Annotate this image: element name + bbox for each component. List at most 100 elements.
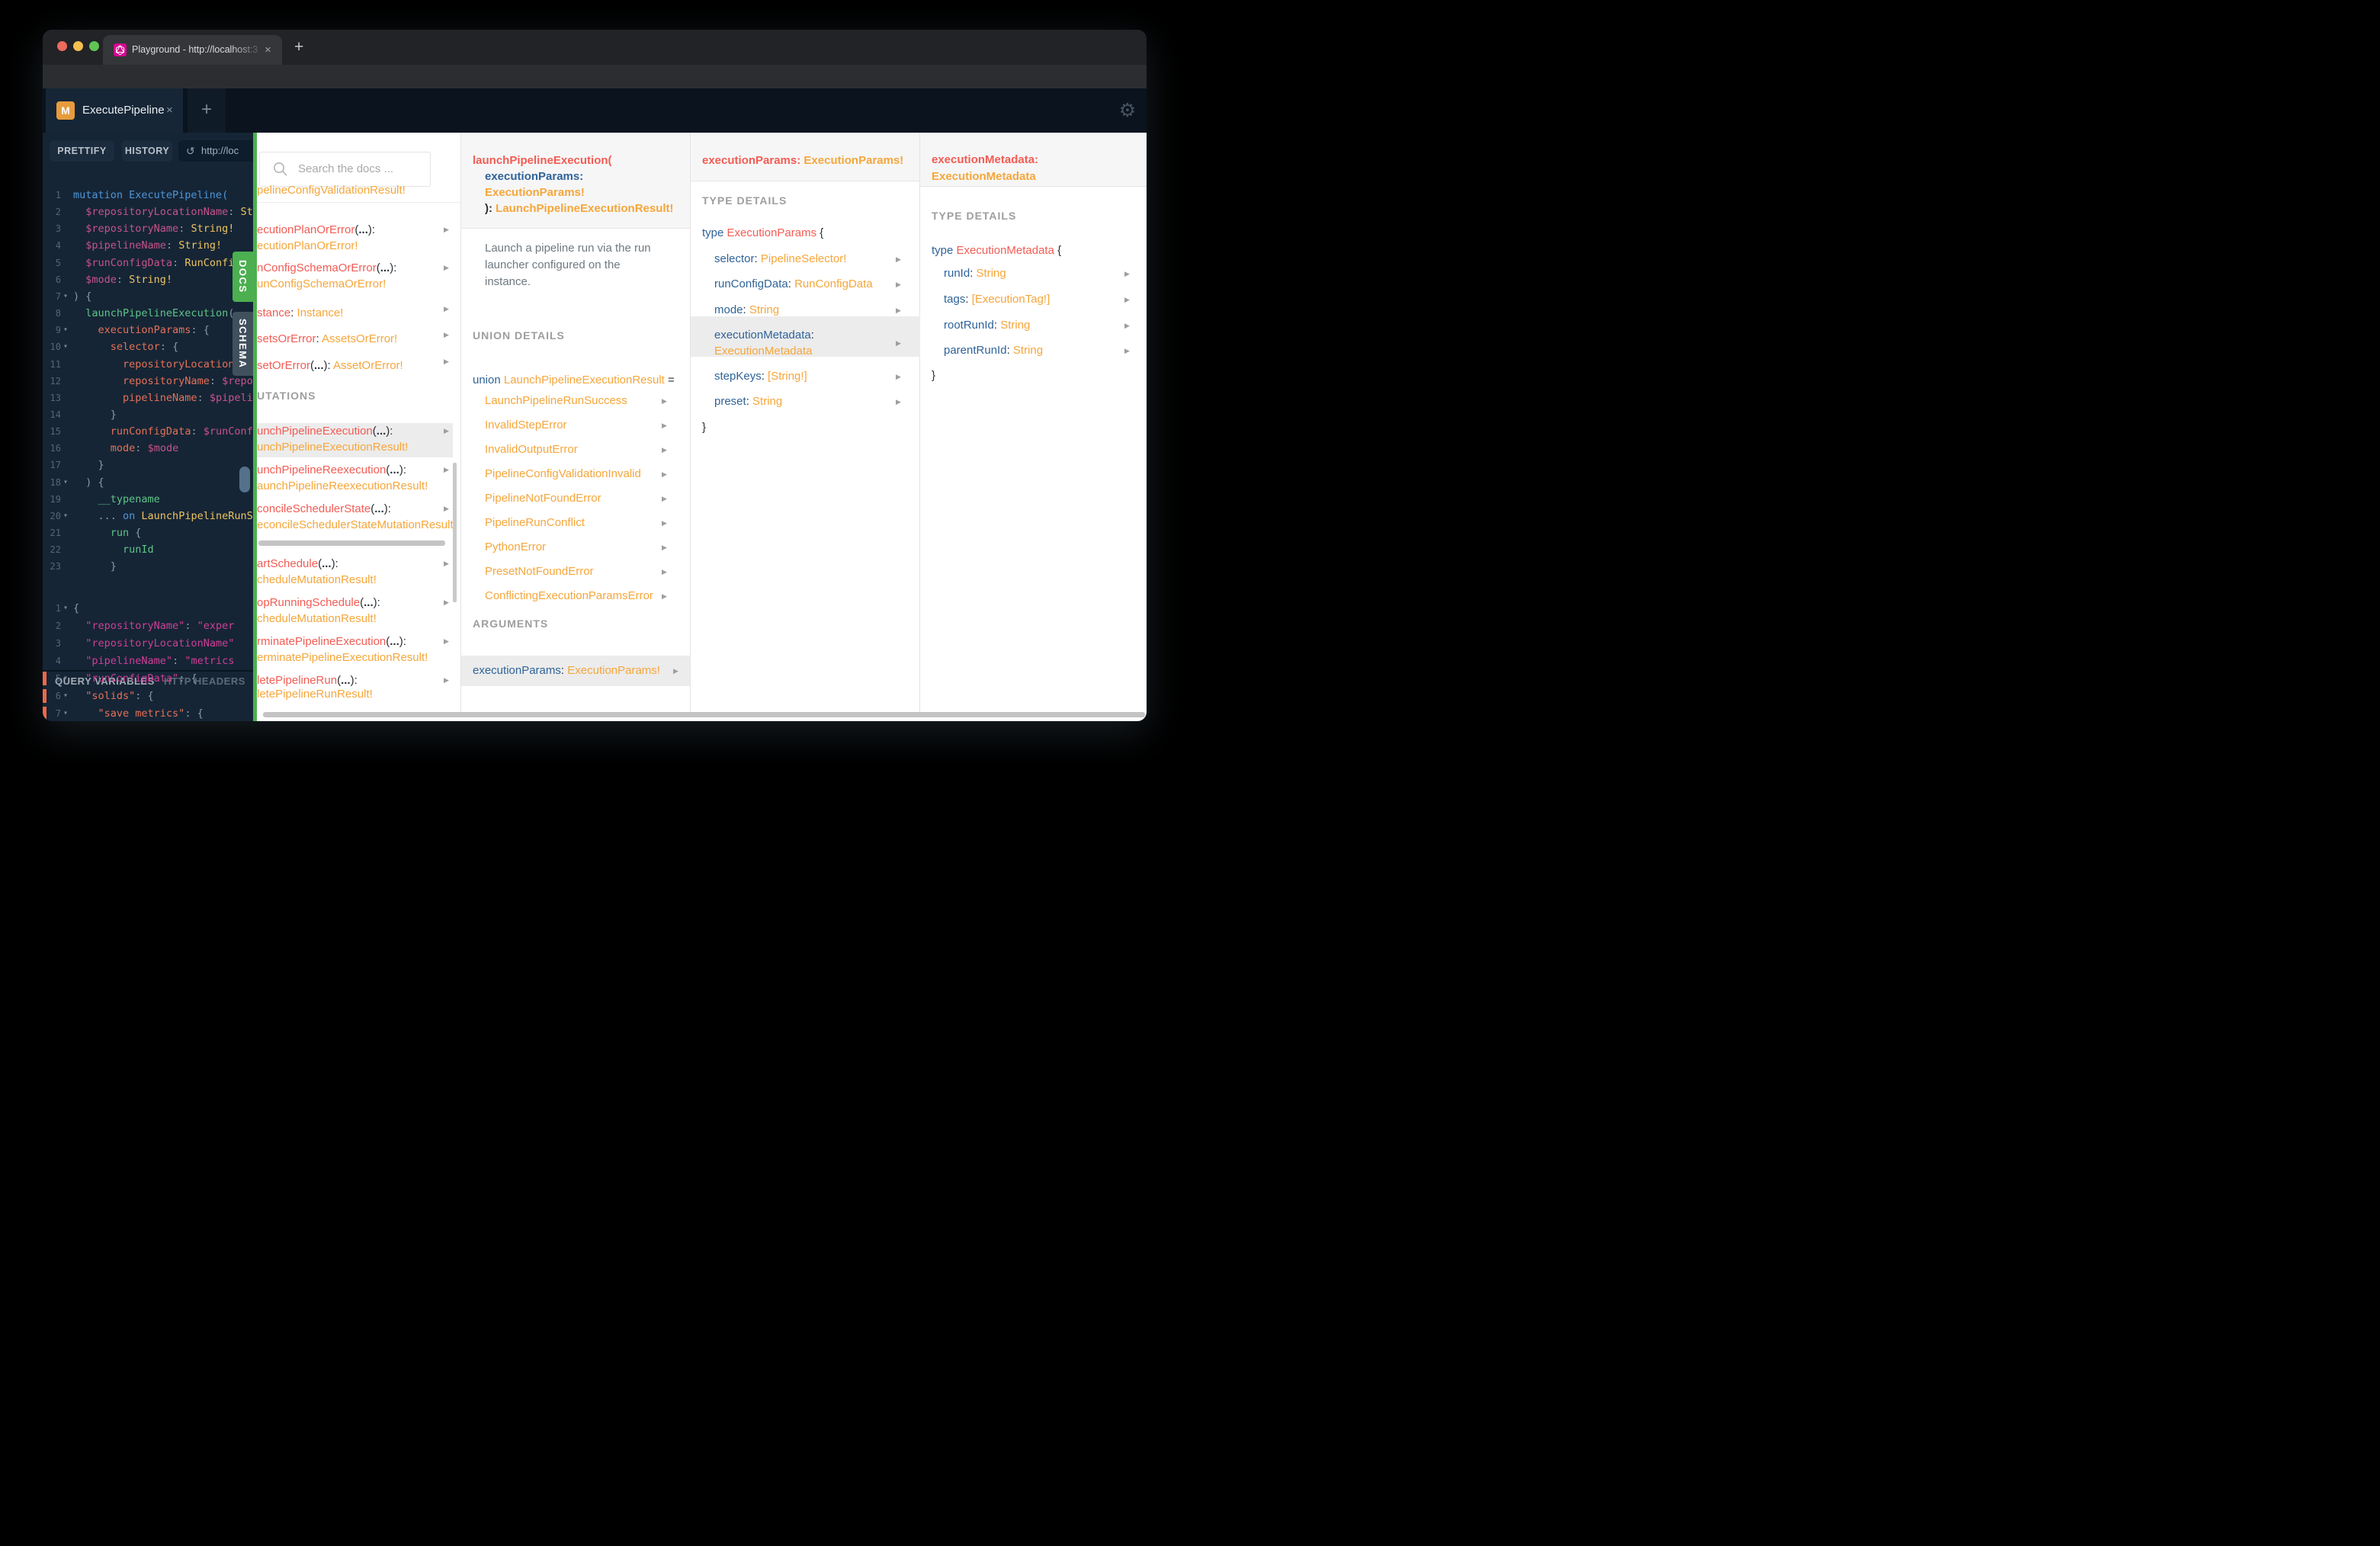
settings-gear-icon[interactable]: ⚙ <box>1108 88 1147 133</box>
union-member[interactable]: InvalidOutputError <box>485 441 578 458</box>
expand-arrow-icon[interactable]: ▶ <box>1124 293 1134 306</box>
endpoint-input[interactable]: ↺ http://loc <box>178 140 253 162</box>
union-member[interactable]: PythonError <box>485 539 546 556</box>
expand-arrow-icon[interactable]: ▶ <box>444 557 453 569</box>
union-member[interactable]: PipelineRunConflict <box>485 515 585 531</box>
docs-item[interactable]: setsOrError: AssetsOrError! <box>257 331 397 348</box>
type-field-type[interactable]: ExecutionMetadata <box>714 343 812 360</box>
type-field[interactable]: runId: String <box>944 265 1006 282</box>
expand-arrow-icon[interactable]: ▶ <box>444 502 453 515</box>
fold-caret-icon[interactable]: ▾ <box>63 474 68 491</box>
expand-arrow-icon[interactable]: ▶ <box>1124 319 1134 332</box>
fold-caret-icon[interactable]: ▾ <box>63 338 68 355</box>
expand-arrow-icon[interactable]: ▶ <box>673 665 682 677</box>
docs-item[interactable]: artSchedule(...): <box>257 556 338 573</box>
docs-item[interactable]: stance: Instance! <box>257 305 343 322</box>
docs-hscrollbar[interactable] <box>263 712 1145 717</box>
expand-arrow-icon[interactable]: ▶ <box>662 590 671 602</box>
expand-arrow-icon[interactable]: ▶ <box>1124 268 1134 280</box>
union-member[interactable]: LaunchPipelineRunSuccess <box>485 393 627 409</box>
zoom-window-button[interactable] <box>89 41 99 51</box>
union-member[interactable]: ConflictingExecutionParamsError <box>485 588 653 605</box>
expand-arrow-icon[interactable]: ▶ <box>444 303 453 315</box>
query-editor-pane[interactable]: PRETTIFY HISTORY ↺ http://loc 1 mutation … <box>43 133 253 721</box>
close-window-button[interactable] <box>57 41 67 51</box>
expand-arrow-icon[interactable]: ▶ <box>444 674 453 686</box>
docs-item[interactable]: rminatePipelineExecution(...): <box>257 633 406 650</box>
playground-new-tab-button[interactable]: + <box>188 88 226 133</box>
expand-arrow-icon[interactable]: ▶ <box>444 355 453 367</box>
docs-item[interactable]: concileSchedulerState(...): <box>257 501 391 518</box>
docs-item-result[interactable]: unConfigSchemaOrError! <box>257 276 386 293</box>
tab-schema[interactable]: SCHEMA <box>233 312 253 376</box>
docs-item[interactable]: unchPipelineExecution(...): <box>257 423 393 440</box>
fold-caret-icon[interactable]: ▾ <box>63 322 68 338</box>
fold-caret-icon[interactable]: ▾ <box>63 688 68 704</box>
column1-vscrollbar[interactable] <box>453 463 457 602</box>
type-field[interactable]: tags: [ExecutionTag!] <box>944 291 1050 308</box>
expand-arrow-icon[interactable]: ▶ <box>444 596 453 608</box>
fold-caret-icon[interactable]: ▾ <box>63 705 68 721</box>
fold-caret-icon[interactable]: ▾ <box>63 670 68 687</box>
docs-item[interactable]: unchPipelineReexecution(...): <box>257 462 406 479</box>
history-button[interactable]: HISTORY <box>122 140 172 162</box>
expand-arrow-icon[interactable]: ▶ <box>662 419 671 431</box>
expand-arrow-icon[interactable]: ▶ <box>896 304 905 316</box>
type-field[interactable]: preset: String <box>714 393 782 410</box>
expand-arrow-icon[interactable]: ▶ <box>662 541 671 553</box>
tab-close-icon[interactable]: × <box>265 35 271 65</box>
expand-arrow-icon[interactable]: ▶ <box>444 261 453 274</box>
browser-tab[interactable]: Playground - http://localhost:3 × <box>103 35 282 65</box>
expand-arrow-icon[interactable]: ▶ <box>444 635 453 647</box>
union-member[interactable]: PipelineNotFoundError <box>485 490 601 507</box>
docs-item-result[interactable]: erminatePipelineExecutionResult! <box>257 650 428 666</box>
docs-item-result[interactable]: cheduleMutationResult! <box>257 572 377 589</box>
prettify-button[interactable]: PRETTIFY <box>50 140 114 162</box>
fold-caret-icon[interactable]: ▾ <box>63 508 68 524</box>
type-field[interactable]: parentRunId: String <box>944 342 1043 359</box>
expand-arrow-icon[interactable]: ▶ <box>896 396 905 408</box>
expand-arrow-icon[interactable]: ▶ <box>444 425 453 437</box>
docs-item-result[interactable]: unchPipelineExecutionResult! <box>257 439 408 456</box>
union-member[interactable]: PipelineConfigValidationInvalid <box>485 466 641 483</box>
refresh-schema-icon[interactable]: ↺ <box>186 140 195 162</box>
expand-arrow-icon[interactable]: ▶ <box>896 278 905 290</box>
expand-arrow-icon[interactable]: ▶ <box>896 370 905 383</box>
docs-item-result[interactable]: letePipelineRunResult! <box>257 686 373 703</box>
tab-docs[interactable]: DOCS <box>233 252 253 302</box>
editor-scrollbar[interactable] <box>239 467 250 492</box>
union-member[interactable]: PresetNotFoundError <box>485 563 594 580</box>
minimize-window-button[interactable] <box>73 41 83 51</box>
docs-item[interactable]: ecutionPlanOrError(...): <box>257 222 375 239</box>
expand-arrow-icon[interactable]: ▶ <box>444 223 453 236</box>
playground-tab-executepipeline[interactable]: M ExecutePipeline × <box>46 88 183 133</box>
docs-item[interactable]: opRunningSchedule(...): <box>257 595 380 611</box>
fold-caret-icon[interactable]: ▾ <box>63 288 68 305</box>
type-field[interactable]: selector: PipelineSelector! <box>714 251 846 268</box>
type-field[interactable]: stepKeys: [String!] <box>714 368 807 385</box>
expand-arrow-icon[interactable]: ▶ <box>662 492 671 505</box>
expand-arrow-icon[interactable]: ▶ <box>896 337 905 349</box>
docs-item-result[interactable]: econcileSchedulerStateMutationResult! <box>257 517 457 534</box>
expand-arrow-icon[interactable]: ▶ <box>662 517 671 529</box>
fold-caret-icon[interactable]: ▾ <box>63 600 68 617</box>
expand-arrow-icon[interactable]: ▶ <box>662 566 671 578</box>
docs-item[interactable]: setOrError(...): AssetOrError! <box>257 358 403 374</box>
expand-arrow-icon[interactable]: ▶ <box>444 329 453 341</box>
docs-item-result[interactable]: aunchPipelineReexecutionResult! <box>257 478 428 495</box>
docs-item-result[interactable]: cheduleMutationResult! <box>257 611 377 627</box>
expand-arrow-icon[interactable]: ▶ <box>1124 345 1134 357</box>
expand-arrow-icon[interactable]: ▶ <box>896 253 905 265</box>
expand-arrow-icon[interactable]: ▶ <box>662 444 671 456</box>
type-field[interactable]: executionMetadata: <box>714 327 814 344</box>
docs-item[interactable]: nConfigSchemaOrError(...): <box>257 260 396 277</box>
union-member[interactable]: InvalidStepError <box>485 417 567 434</box>
docs-item-partial[interactable]: pelineConfigValidationResult! <box>257 182 406 199</box>
playground-tab-close-icon[interactable]: × <box>166 88 173 133</box>
column1-hscrollbar[interactable] <box>258 540 445 546</box>
new-tab-icon[interactable]: + <box>294 39 303 55</box>
expand-arrow-icon[interactable]: ▶ <box>444 463 453 476</box>
expand-arrow-icon[interactable]: ▶ <box>662 468 671 480</box>
docs-item-result[interactable]: ecutionPlanOrError! <box>257 238 358 255</box>
type-field[interactable]: runConfigData: RunConfigData <box>714 276 873 293</box>
